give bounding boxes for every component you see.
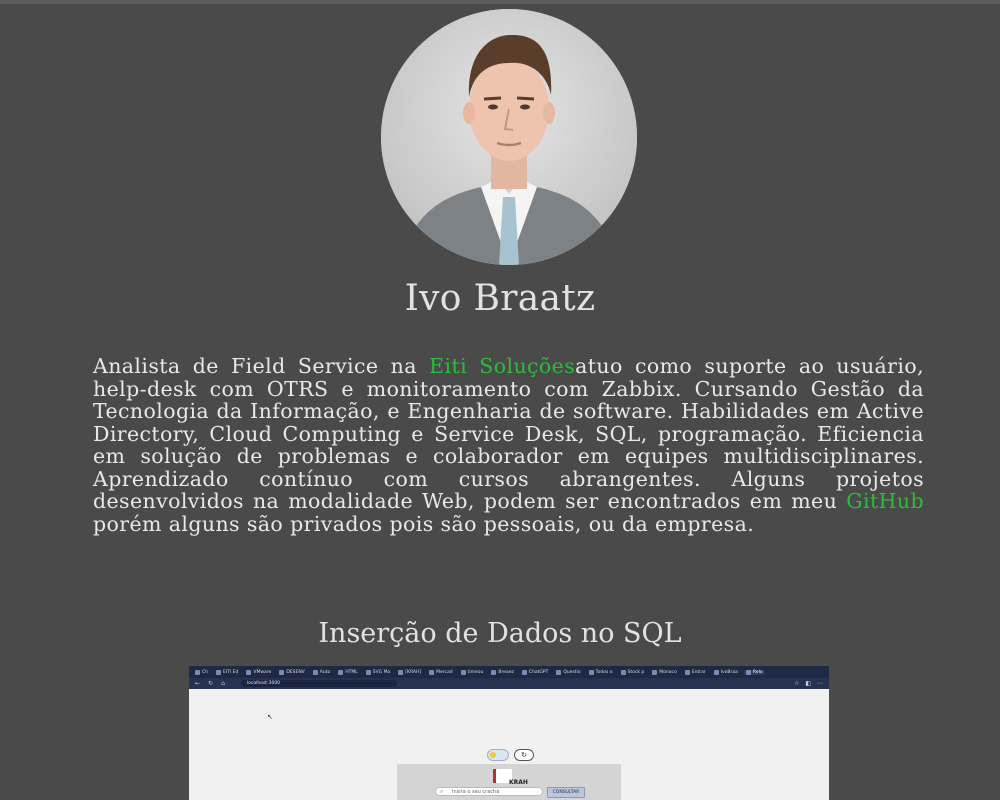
- bio-text-3: porém alguns são privados pois são pesso…: [93, 511, 755, 536]
- screenshot-tab: ChatGPT: [520, 669, 550, 675]
- project-title: Inserção de Dados no SQL: [318, 618, 682, 649]
- screenshot-tab-active: Relo: [743, 669, 765, 675]
- screenshot-tab-strip: Ch EITI Ed VMware DESENV Auto HTML SVG M…: [189, 666, 829, 678]
- project-screenshot[interactable]: Ch EITI Ed VMware DESENV Auto HTML SVG M…: [189, 666, 829, 800]
- profile-name: Ivo Braatz: [404, 278, 596, 319]
- github-link[interactable]: GitHub: [846, 489, 924, 513]
- extension-icon: ◧: [805, 680, 811, 687]
- screenshot-tab: [KRAH]: [396, 669, 423, 675]
- screenshot-tab: Mercad: [427, 669, 455, 675]
- screenshot-tab: IvoBraa: [712, 669, 740, 675]
- company-link[interactable]: Eiti Soluções: [429, 354, 575, 378]
- refresh-button: ↻: [514, 749, 534, 761]
- screenshot-tab: Auto: [311, 669, 332, 675]
- screenshot-tab: Entrar: [683, 669, 708, 675]
- screenshot-tab: VMware: [244, 669, 273, 675]
- screenshot-page: ↖ ↻ KRAH Insira o seu crachá ⌕ CONSULTAR: [189, 689, 829, 800]
- bio-text-1: Analista de Field Service na: [93, 354, 430, 378]
- screenshot-form-panel: KRAH Insira o seu crachá ⌕ CONSULTAR: [397, 764, 621, 800]
- screenshot-tab: Breaez: [489, 669, 516, 675]
- screenshot-tab: Stock p: [619, 669, 647, 675]
- star-icon: ☆: [793, 680, 800, 687]
- theme-toggle: [487, 749, 509, 761]
- screenshot-address-bar: ← ↻ ⌂ localhost:3000 ☆ ◧ ⋯: [189, 678, 829, 689]
- back-icon: ←: [195, 680, 201, 687]
- reload-icon: ↻: [208, 680, 214, 687]
- badge-input: Insira o seu crachá: [435, 787, 543, 796]
- screenshot-tab: Todos o: [587, 669, 615, 675]
- screenshot-toggles: ↻: [487, 749, 534, 761]
- screenshot-tab: Monaco: [650, 669, 678, 675]
- screenshot-tab: timeou: [459, 669, 486, 675]
- search-icon: ⌕: [440, 788, 444, 795]
- screenshot-url: localhost:3000: [240, 680, 397, 687]
- profile-photo-image: [381, 9, 637, 265]
- screenshot-tab: SVG Mo: [364, 669, 393, 675]
- menu-icon: ⋯: [817, 680, 823, 687]
- screenshot-tab: HTML: [336, 669, 360, 675]
- home-icon: ⌂: [221, 680, 225, 687]
- screenshot-tab: EITI Ed: [214, 669, 240, 675]
- top-bar: [0, 0, 1000, 4]
- profile-bio: Analista de Field Service na Eiti Soluçõ…: [93, 355, 924, 535]
- screenshot-tab: Questio: [554, 669, 582, 675]
- consult-button: CONSULTAR: [547, 787, 585, 798]
- krah-logo-text: KRAH: [509, 779, 528, 786]
- screenshot-tab: Ch: [193, 669, 210, 675]
- cursor-icon: ↖: [267, 713, 273, 721]
- screenshot-tab: DESENV: [277, 669, 306, 675]
- profile-photo: [381, 9, 637, 265]
- bio-text-2: atuo como suporte ao usuário, help-desk …: [93, 354, 924, 513]
